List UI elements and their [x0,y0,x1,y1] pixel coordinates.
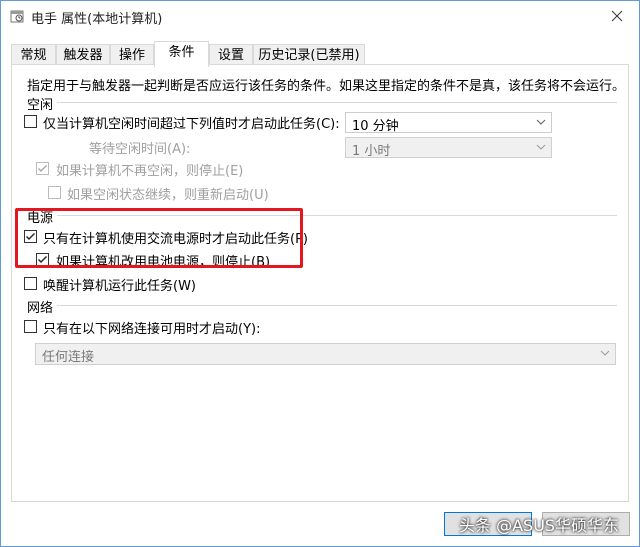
start-only-if-network-checkbox[interactable] [24,320,37,333]
restart-if-idle-label: 如果空闲状态继续，则重新启动(U) [67,188,269,203]
close-button[interactable] [594,1,639,31]
tab-general[interactable]: 常规 [11,44,56,65]
conditions-description: 指定用于与触发器一起判断是否应运行该任务的条件。如果这里指定的条件不是真，该任务… [27,79,626,94]
chevron-down-icon [536,119,546,125]
wait-for-idle-label: 等待空闲时间(A): [89,142,191,157]
start-if-idle-checkbox[interactable] [24,115,37,128]
idle-divider [57,102,617,103]
tab-settings[interactable]: 设置 [209,44,253,65]
section-label-idle: 空闲 [27,98,54,113]
tab-actions[interactable]: 操作 [110,44,154,65]
stop-if-not-idle-label: 如果计算机不再空闲，则停止(E) [56,164,244,179]
network-connection-select[interactable]: 任何连接 [35,343,616,365]
idle-duration-value: 10 分钟 [352,119,399,134]
section-label-network: 网络 [27,301,54,316]
network-divider [57,305,617,306]
task-scheduler-icon [10,9,24,23]
window-title: 电手 属性(本地计算机) [31,12,163,27]
tab-conditions[interactable]: 条件 [154,41,209,67]
checkmark-icon [38,165,47,172]
chevron-down-icon [536,144,546,150]
idle-duration-select[interactable]: 10 分钟 [345,112,552,134]
wait-for-idle-value: 1 小时 [352,144,391,159]
close-icon [611,10,622,22]
start-if-idle-label: 仅当计算机空闲时间超过下列值时才启动此任务(C): [43,117,340,132]
tab-history[interactable]: 历史记录(已禁用) [253,44,365,65]
properties-window: 电手 属性(本地计算机) 常规 触发器 操作 条件 设置 历史记录(已禁用) 指… [0,0,640,547]
wake-to-run-checkbox[interactable] [24,277,37,290]
tab-triggers[interactable]: 触发器 [56,44,110,65]
wait-for-idle-select[interactable]: 1 小时 [345,137,552,159]
watermark: 头条 @ASUS华硕华东 [459,516,620,535]
restart-if-idle-checkbox[interactable] [48,186,61,199]
chevron-down-icon [600,350,610,356]
red-highlight-box [15,208,303,268]
title-bar: 电手 属性(本地计算机) [1,1,639,31]
network-connection-value: 任何连接 [42,350,95,365]
wake-to-run-label: 唤醒计算机运行此任务(W) [43,279,196,294]
start-only-if-network-label: 只有在以下网络连接可用时才启动(Y): [43,322,261,337]
stop-if-not-idle-checkbox[interactable] [36,162,49,175]
